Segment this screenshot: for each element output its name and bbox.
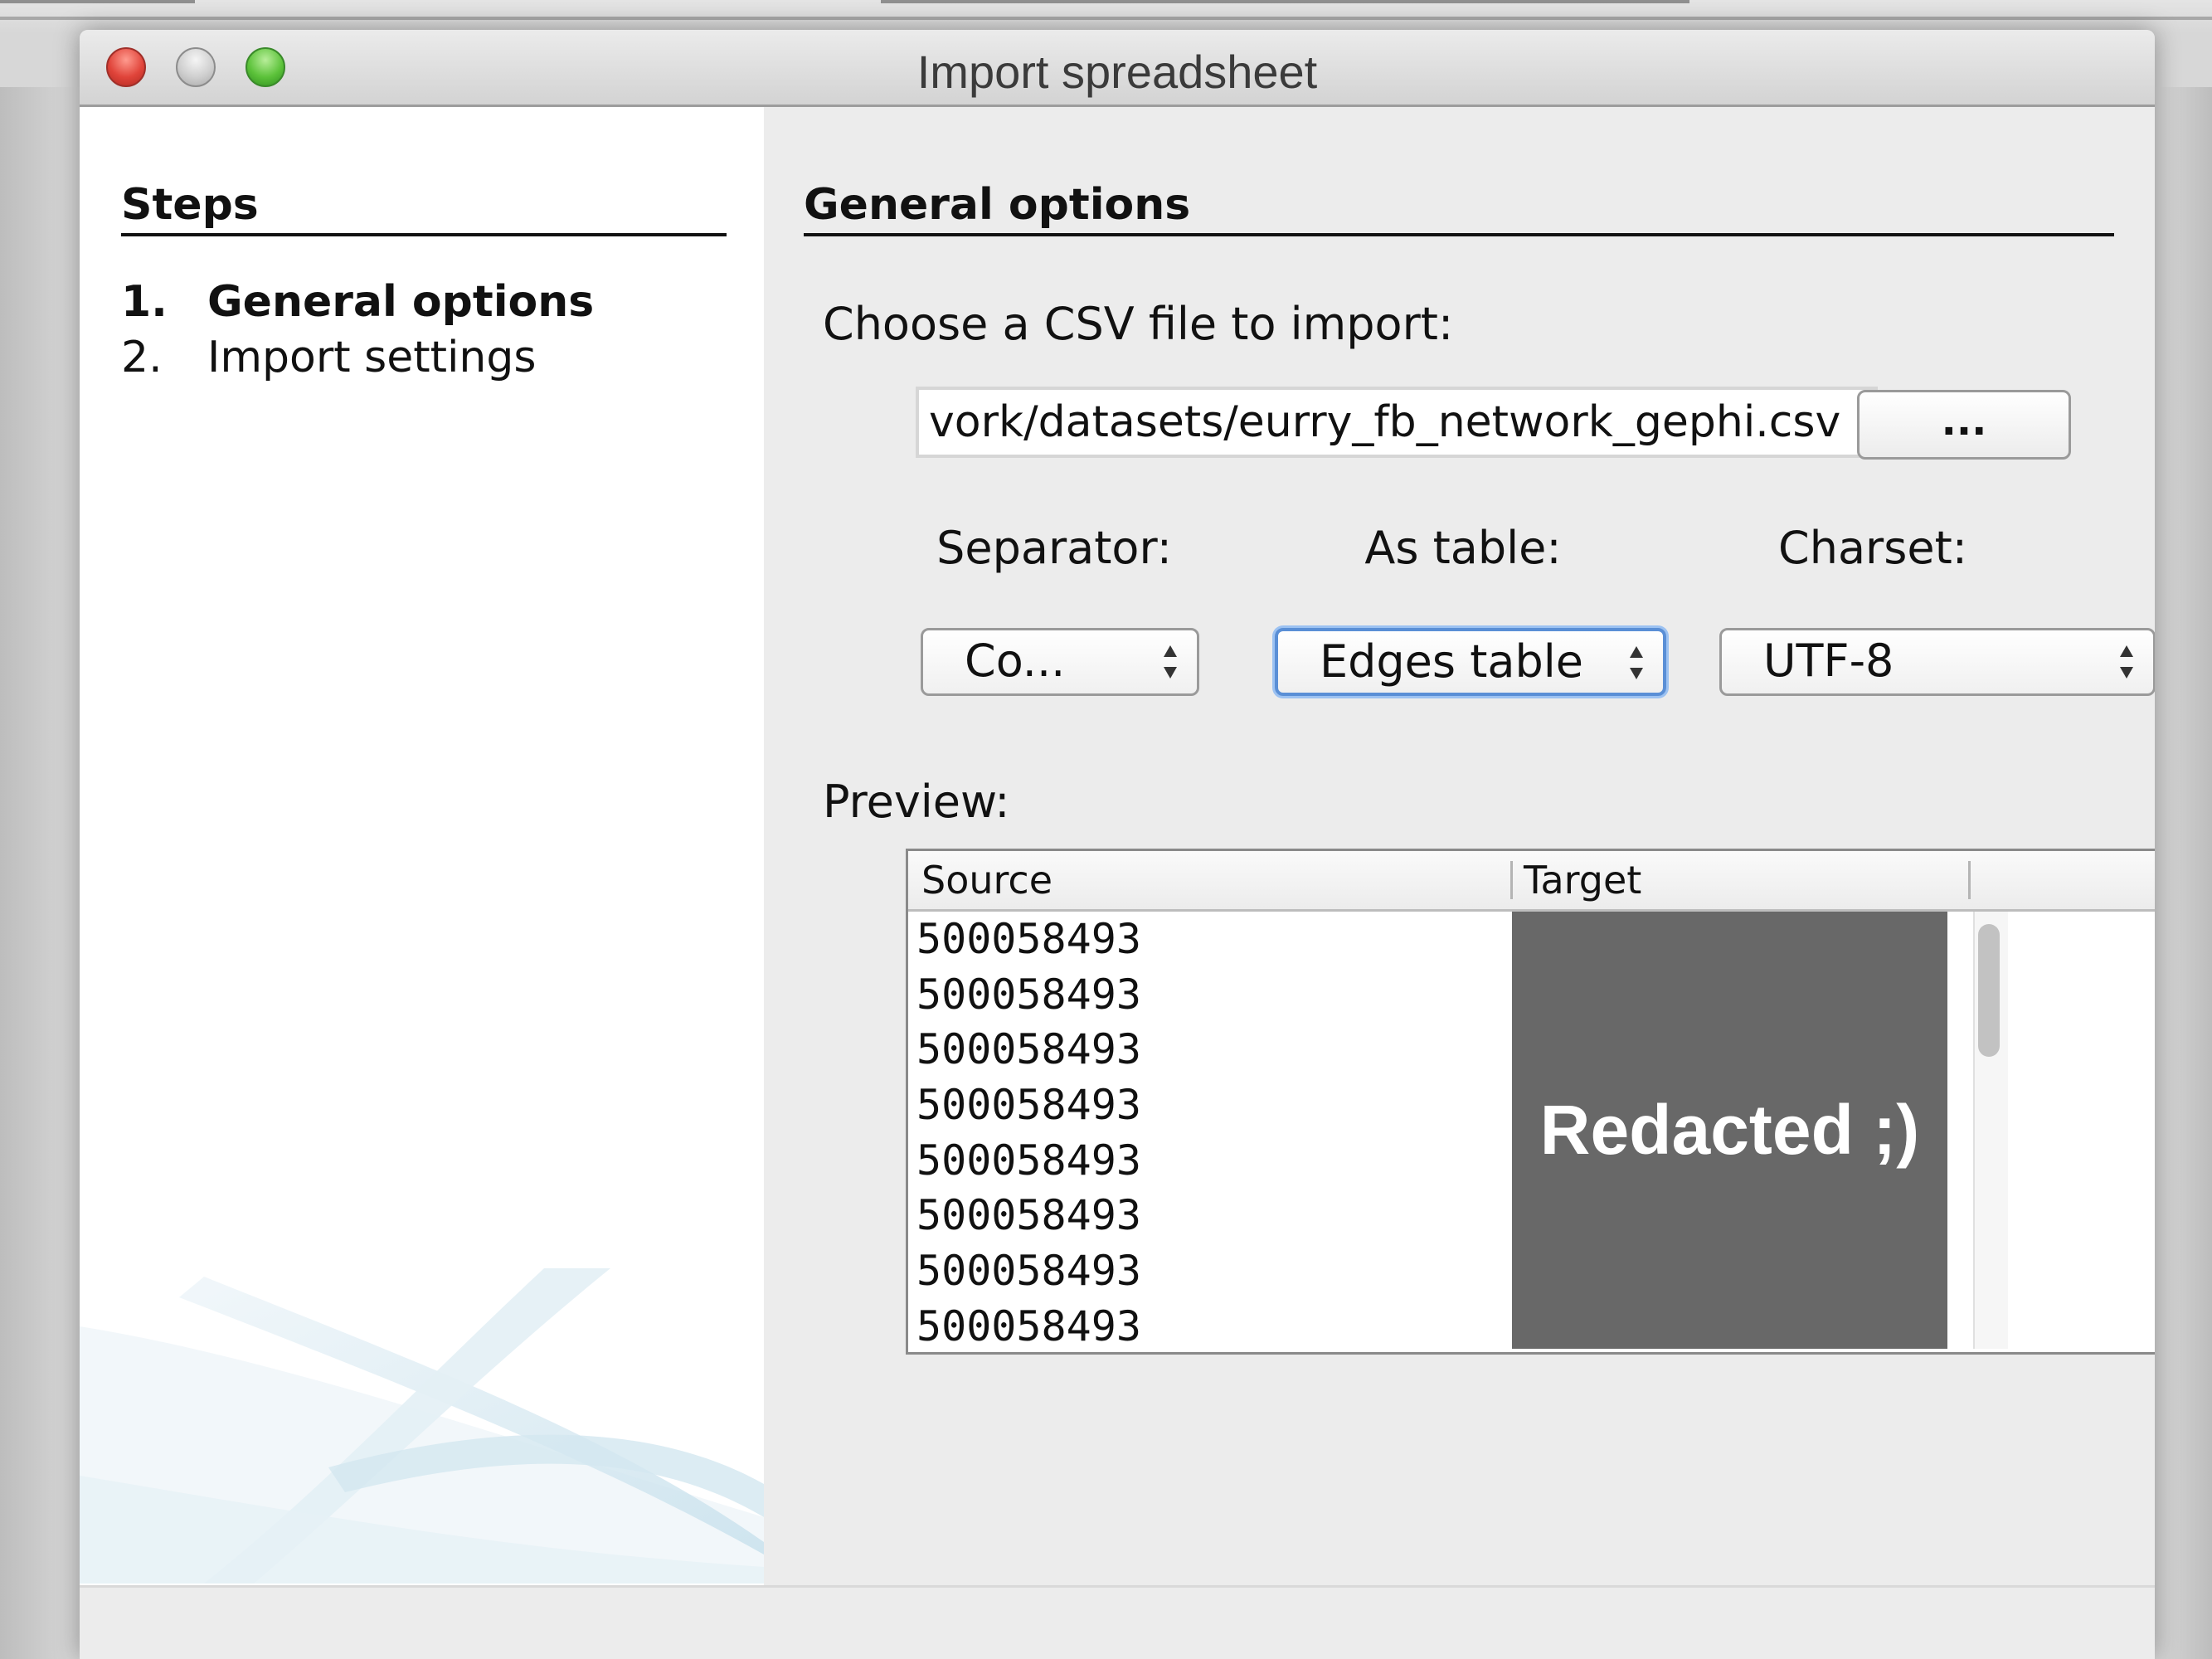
charset-value: UTF-8 — [1763, 635, 1894, 687]
table-row: 500058493 — [916, 1247, 1141, 1296]
table-row: 500058493 — [916, 915, 1141, 963]
general-options-heading-rule — [804, 233, 2114, 236]
file-chooser-label: Choose a CSV file to import: — [823, 298, 1454, 350]
step-import-settings[interactable]: 2. Import settings — [121, 333, 536, 382]
table-row: 500058493 — [916, 1191, 1141, 1240]
separator-select[interactable]: Co... — [921, 628, 1199, 696]
up-down-arrows-icon — [2120, 645, 2133, 679]
background-tab — [0, 0, 195, 3]
steps-heading: Steps — [121, 180, 259, 230]
import-spreadsheet-dialog: Import spreadsheet Steps 1. General optio… — [80, 30, 2155, 1659]
decorative-swoosh-graphic — [80, 1268, 764, 1584]
column-header-target[interactable]: Target — [1524, 858, 1641, 902]
table-row: 500058493 — [916, 1301, 1141, 1350]
step-number: 2. — [121, 333, 163, 382]
background-window-right — [2155, 87, 2212, 1659]
preview-label: Preview: — [823, 776, 1010, 828]
charset-select[interactable]: UTF-8 — [1719, 628, 2155, 696]
table-row: 500058493 — [916, 1081, 1141, 1130]
redacted-label: Redacted ;) — [1539, 1091, 1920, 1169]
dialog-footer — [80, 1585, 2155, 1659]
file-path-value: vork/datasets/eurry_fb_network_gephi.csv — [929, 397, 1841, 447]
step-number: 1. — [121, 277, 168, 327]
preview-table[interactable]: Source Target 500058493 500058493 500058… — [906, 849, 2155, 1355]
title-bar[interactable]: Import spreadsheet — [80, 30, 2155, 107]
as-table-value: Edges table — [1320, 635, 1583, 688]
browse-button[interactable]: ... — [1857, 390, 2071, 460]
step-label: General options — [207, 277, 595, 327]
preview-scrollbar-thumb[interactable] — [1978, 924, 2000, 1057]
up-down-arrows-icon — [1630, 646, 1643, 679]
background-window-left — [0, 87, 80, 1659]
redacted-target-column: Redacted ;) — [1512, 912, 1947, 1349]
step-general-options[interactable]: 1. General options — [121, 277, 594, 327]
charset-label: Charset: — [1778, 522, 1967, 574]
as-table-select[interactable]: Edges table — [1275, 628, 1666, 696]
preview-table-header: Source Target — [908, 851, 2155, 912]
table-row: 500058493 — [916, 970, 1141, 1019]
preview-source-column: 500058493 500058493 500058493 500058493 … — [916, 912, 1497, 1352]
separator-label: Separator: — [936, 522, 1172, 574]
as-table-label: As table: — [1364, 522, 1562, 574]
table-row: 500058493 — [916, 1136, 1141, 1185]
up-down-arrows-icon — [1164, 645, 1177, 679]
background-tab — [881, 0, 1689, 3]
steps-heading-rule — [121, 233, 727, 236]
column-header-source[interactable]: Source — [921, 858, 1053, 902]
step-label: Import settings — [207, 333, 537, 382]
steps-panel: Steps 1. General options 2. Import setting… — [80, 107, 764, 1585]
file-path-field[interactable]: vork/datasets/eurry_fb_network_gephi.csv — [916, 387, 1878, 458]
general-options-panel: General options Choose a CSV file to imp… — [764, 107, 2155, 1585]
window-title: Import spreadsheet — [916, 46, 1318, 98]
table-row: 500058493 — [916, 1025, 1141, 1074]
background-divider — [0, 17, 2212, 20]
general-options-heading: General options — [804, 180, 1191, 230]
column-divider[interactable] — [1968, 861, 1971, 899]
separator-value: Co... — [965, 635, 1066, 687]
column-divider[interactable] — [1510, 861, 1513, 899]
